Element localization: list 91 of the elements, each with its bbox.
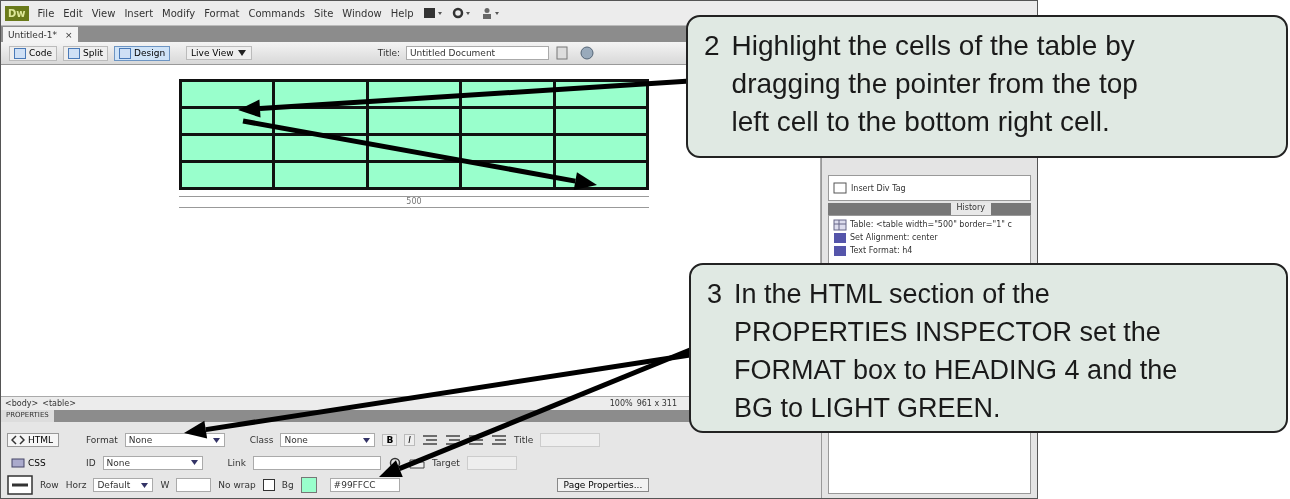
view-button[interactable]: Split [63,45,108,61]
history-item[interactable]: Set Alignment: center [833,231,1026,244]
title-field[interactable]: Untitled Document [406,46,550,60]
field-label: No wrap [218,480,256,490]
menu-item[interactable]: Edit [63,7,83,19]
menu-item[interactable]: Commands [248,7,306,19]
menu-item[interactable]: Window [342,7,382,19]
live-view-button[interactable]: Live View [186,46,252,60]
width-label: 500 [406,197,422,206]
menu-item[interactable]: Modify [162,7,196,19]
layout-icon[interactable] [422,7,443,19]
table-cell[interactable] [554,134,648,162]
bold-button[interactable]: B [382,434,398,446]
table-cell[interactable] [554,107,648,135]
view-icon [119,47,131,59]
menu-item[interactable]: File [37,7,55,19]
field-label: Title [513,435,534,445]
menu-item[interactable]: Site [314,7,334,19]
code-icon [11,435,25,445]
zoom-level[interactable]: 100% [609,399,633,408]
close-button[interactable]: × [65,29,73,40]
folder-icon[interactable] [409,456,426,469]
color-swatch[interactable] [300,477,317,493]
css-icon [11,457,25,468]
history-item[interactable]: Table: <table width="500" border="1" c [833,218,1026,231]
dropdown[interactable]: None [280,433,376,447]
instruction-text: In the HTML section of the PROPERTIES INSPECTOR set the FORMAT box to HEADING 4 and the BG to LIGHT GREEN. [734,278,1179,425]
view-button[interactable]: Code [9,45,58,61]
instruction-text: Highlight the cells of the table by dragging the pointer from the top left cell to the bottom right cell. [731,29,1139,139]
page-properties-button[interactable]: Page Properties... [556,478,650,492]
caret-icon [189,459,199,466]
tab-label: Untitled-1* [8,29,58,40]
dropdown[interactable]: None [102,455,203,470]
dropdown[interactable]: None [124,433,225,447]
field-label: Target [432,457,460,468]
dropdown[interactable]: Default [93,478,154,492]
caret-icon [236,49,247,57]
field-label: W [160,480,170,490]
menu-item[interactable]: View [91,7,116,19]
step-number: 3 [707,278,723,311]
div-icon [833,182,847,194]
input-field[interactable] [466,455,517,470]
field-label: ID [86,457,96,468]
caret-icon [140,481,150,489]
indent-icon[interactable] [490,434,507,446]
menu-item[interactable]: Help [390,7,414,19]
table-cell[interactable] [460,107,555,135]
person-icon[interactable] [480,7,501,19]
insert-item[interactable]: Insert Div Tag [829,182,906,194]
bulleted-list-icon[interactable] [421,434,438,446]
step-icon [833,231,847,244]
field-label: Horz [65,480,87,490]
tag-selector[interactable]: <body> [5,399,39,408]
table-cell[interactable] [367,161,461,189]
field-label: Class [249,435,274,445]
document-tab[interactable]: Untitled-1* × [3,27,78,42]
input-field[interactable] [540,433,601,447]
view-icon [14,47,26,59]
mode-button[interactable]: HTML [7,433,59,447]
italic-button[interactable]: I [404,434,415,446]
field-label: Row [40,480,59,490]
table-icon [833,218,847,231]
table-cell[interactable] [180,80,274,108]
menu-item[interactable]: Format [204,7,240,19]
menu-item[interactable]: Insert [124,7,154,19]
field-label: Link [227,457,247,468]
table-cell[interactable] [273,161,368,189]
outdent-icon[interactable] [467,434,484,446]
checkbox[interactable] [262,479,275,491]
field-label: Format [86,435,118,445]
caret-icon [362,436,372,444]
input-field[interactable]: #99FFCC [329,478,400,492]
history-item[interactable]: Text Format: h4 [833,244,1026,257]
input-field[interactable] [176,478,212,492]
step-icon [833,244,847,257]
window-size[interactable]: 961 x 311 [636,399,677,408]
view-icon [68,47,81,59]
field-label: Bg [281,480,294,490]
title-label: Title: [377,48,401,58]
numbered-list-icon[interactable] [444,434,461,446]
input-field[interactable] [253,455,382,470]
step-number: 2 [704,29,720,63]
table-cell[interactable] [180,161,274,189]
caret-icon [211,436,221,444]
tag-selector[interactable]: <table> [42,399,76,408]
panel-tab[interactable]: History [950,203,991,215]
app-logo: Dw [5,5,29,21]
table-cell-icon[interactable] [7,475,33,495]
view-button[interactable]: Design [114,45,171,61]
table-cell[interactable] [180,134,274,162]
table-cell[interactable] [367,107,461,135]
